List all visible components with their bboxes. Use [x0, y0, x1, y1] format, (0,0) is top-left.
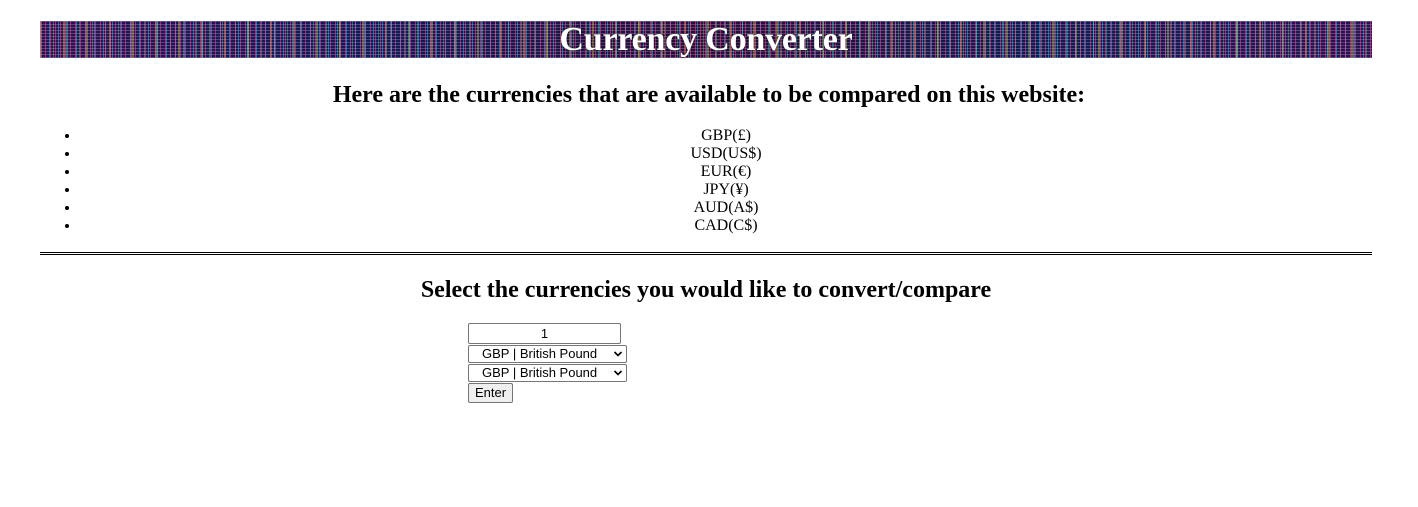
list-item: USD(US$): [80, 145, 1412, 163]
page-title: Currency Converter: [559, 21, 853, 58]
list-item: EUR(€): [80, 163, 1412, 181]
to-currency-select[interactable]: GBP | British Pound: [469, 365, 626, 381]
converter-form: GBP | British Pound GBP | British Pound …: [468, 323, 668, 403]
list-item: JPY(¥): [80, 181, 1412, 199]
from-currency-select[interactable]: GBP | British Pound: [469, 346, 626, 362]
list-item: GBP(£): [80, 127, 1412, 145]
currency-list: GBP(£) USD(US$) EUR(€) JPY(¥) AUD(A$) CA…: [40, 127, 1412, 235]
list-item: CAD(C$): [80, 217, 1412, 235]
enter-button[interactable]: Enter: [468, 383, 514, 403]
converter-heading: Select the currencies you would like to …: [420, 277, 992, 303]
page: Currency Converter Here are the currenci…: [0, 0, 1418, 507]
header-banner: Currency Converter: [40, 21, 1372, 58]
amount-input[interactable]: [468, 323, 621, 344]
available-currencies-heading: Here are the currencies that are availab…: [332, 82, 1086, 108]
from-currency-select-wrapper: GBP | British Pound: [468, 345, 627, 363]
to-currency-select-wrapper: GBP | British Pound: [468, 364, 627, 382]
list-item: AUD(A$): [80, 199, 1412, 217]
horizontal-rule: [40, 252, 1372, 255]
